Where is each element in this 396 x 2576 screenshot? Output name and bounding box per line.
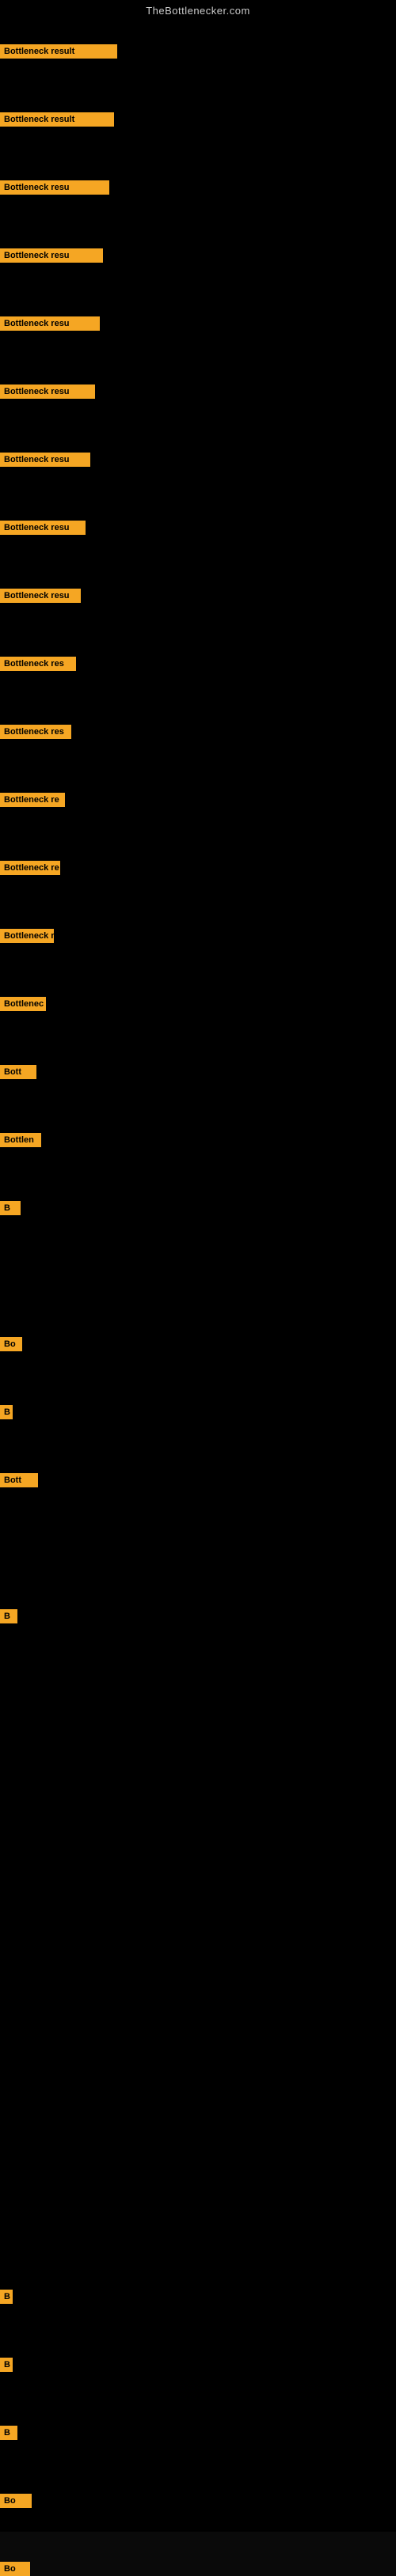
bar-row: Bottleneck re (0, 861, 60, 875)
bar-row: Bo (0, 2494, 32, 2508)
bar-label: Bo (0, 1337, 22, 1351)
bar-label: Bottleneck resu (0, 180, 109, 195)
bar-label: Bottleneck re (0, 861, 60, 875)
bar-row: Bottleneck resu (0, 180, 109, 195)
bar-label: Bo (0, 2562, 30, 2576)
bar-row: Bottleneck result (0, 44, 117, 59)
bar-label: Bottleneck res (0, 657, 76, 671)
bar-label: Bottleneck r (0, 929, 54, 943)
bar-row: B (0, 2358, 13, 2372)
bar-row: Bottleneck r (0, 929, 54, 943)
page-container: TheBottlenecker.com Bottleneck result Bot… (0, 0, 396, 2532)
bar-row: Bo (0, 2562, 30, 2576)
bar-row: Bottleneck resu (0, 521, 86, 535)
bar-label: Bottleneck resu (0, 521, 86, 535)
site-title: TheBottlenecker.com (0, 0, 396, 20)
bar-row: B (0, 1201, 21, 1215)
bar-row: B (0, 1609, 17, 1623)
bar-label: Bottleneck res (0, 725, 71, 739)
bar-label: Bottleneck re (0, 793, 65, 807)
bar-label: B (0, 2426, 17, 2440)
bar-row: Bottleneck resu (0, 453, 90, 467)
bar-label: Bottleneck resu (0, 589, 81, 603)
bar-label: Bottleneck resu (0, 385, 95, 399)
bar-row: Bottleneck resu (0, 248, 103, 263)
bar-row: Bottleneck resu (0, 316, 100, 331)
bar-row: B (0, 1405, 13, 1419)
bar-row: B (0, 2290, 13, 2304)
bar-label: B (0, 1201, 21, 1215)
bar-label: Bottleneck result (0, 44, 117, 59)
bar-row: B (0, 2426, 17, 2440)
bar-row: Bo (0, 1337, 22, 1351)
bar-row: Bottleneck re (0, 793, 65, 807)
bar-label: Bott (0, 1473, 38, 1487)
bar-label: Bo (0, 2494, 32, 2508)
bar-label: B (0, 1405, 13, 1419)
bar-row: Bottlenec (0, 997, 46, 1011)
bar-label: Bottleneck resu (0, 248, 103, 263)
bar-label: B (0, 1609, 17, 1623)
bar-row: Bottlen (0, 1133, 41, 1147)
bar-label: Bottleneck resu (0, 453, 90, 467)
bar-row: Bottleneck resu (0, 589, 81, 603)
bar-row: Bottleneck res (0, 657, 76, 671)
bar-label: B (0, 2290, 13, 2304)
bar-row: Bott (0, 1473, 38, 1487)
bar-label: Bott (0, 1065, 36, 1079)
bar-label: Bottleneck resu (0, 316, 100, 331)
bar-label: Bottleneck result (0, 112, 114, 127)
bar-row: Bott (0, 1065, 36, 1079)
bar-label: Bottlenec (0, 997, 46, 1011)
bar-row: Bottleneck result (0, 112, 114, 127)
bar-row: Bottleneck res (0, 725, 71, 739)
bar-row: Bottleneck resu (0, 385, 95, 399)
bar-label: B (0, 2358, 13, 2372)
bar-label: Bottlen (0, 1133, 41, 1147)
